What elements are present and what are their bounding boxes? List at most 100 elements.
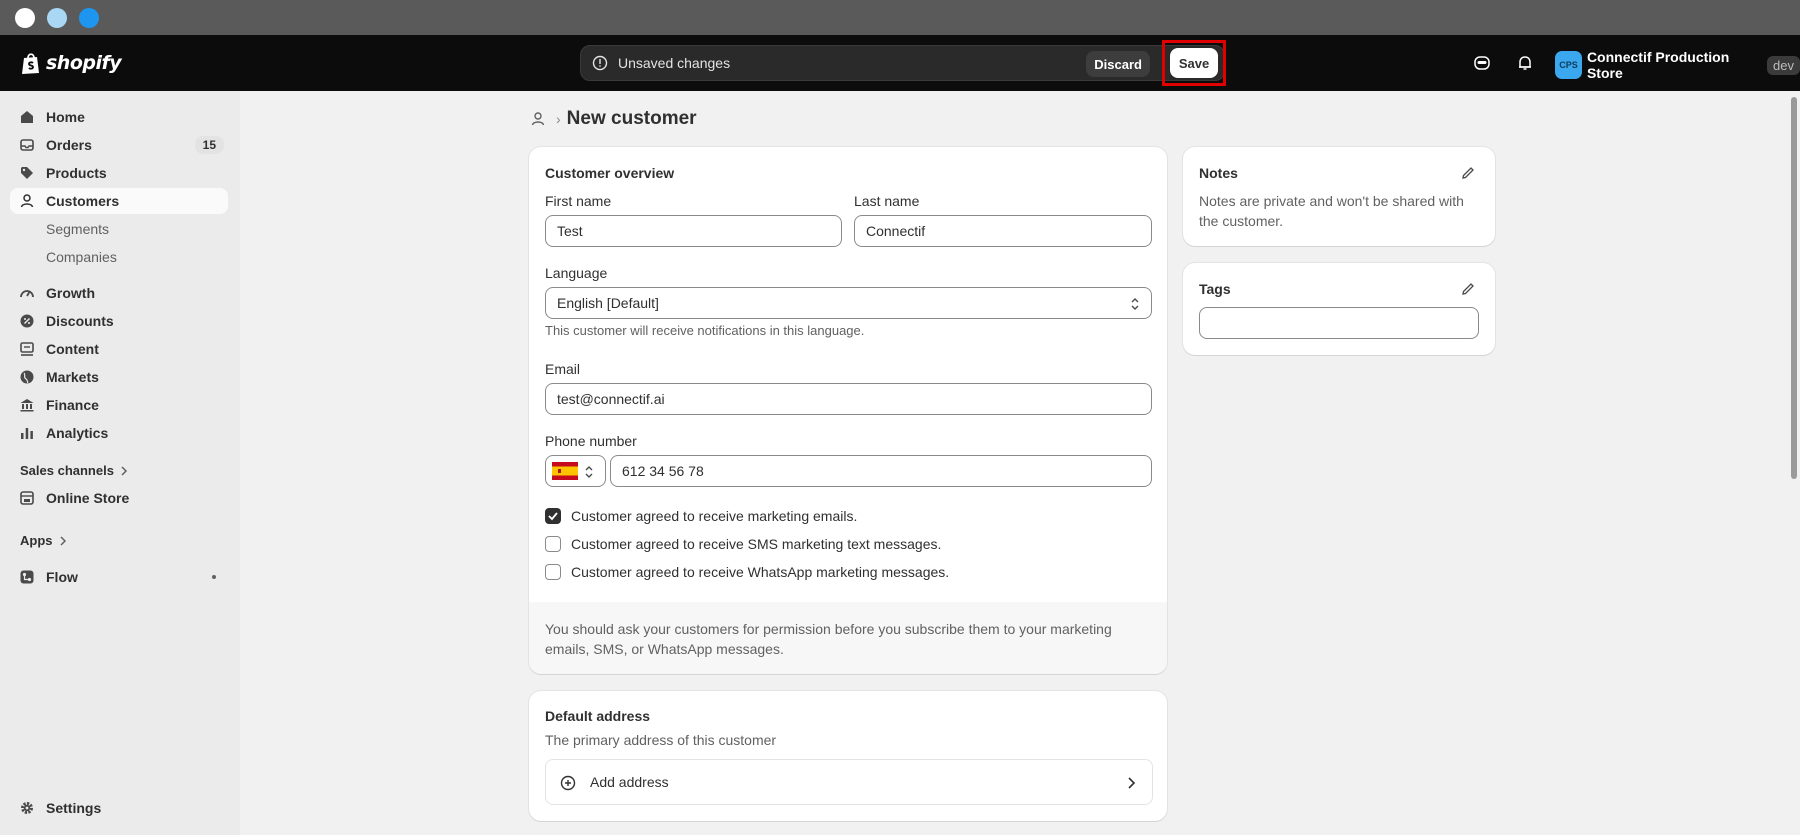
save-button[interactable]: Save bbox=[1170, 48, 1218, 78]
add-address-row[interactable]: Add address bbox=[545, 759, 1153, 805]
edit-pencil-icon[interactable] bbox=[1460, 165, 1476, 181]
tags-heading: Tags bbox=[1199, 281, 1231, 297]
whatsapp-marketing-label[interactable]: Customer agreed to receive WhatsApp mark… bbox=[571, 564, 949, 580]
country-code-select[interactable] bbox=[545, 455, 606, 487]
bar-chart-icon bbox=[21, 428, 33, 439]
email-field[interactable]: test@connectif.ai bbox=[545, 383, 1152, 415]
chevron-right-icon bbox=[1128, 777, 1136, 789]
chevron-right-icon bbox=[121, 465, 128, 476]
edit-pencil-icon[interactable] bbox=[1460, 281, 1476, 297]
apps-section[interactable]: Apps bbox=[20, 533, 67, 548]
customer-overview-card: Customer overview First name Test Last n… bbox=[529, 147, 1167, 674]
store-env-badge: dev bbox=[1767, 55, 1800, 75]
sidebar-item-settings[interactable]: Settings bbox=[10, 795, 228, 821]
whatsapp-marketing-checkbox[interactable] bbox=[545, 564, 561, 580]
sidebar-item-label: Markets bbox=[46, 369, 99, 385]
sidebar-item-label: Online Store bbox=[46, 490, 130, 506]
sidebar-item-customers[interactable]: Customers bbox=[10, 188, 228, 214]
discard-button[interactable]: Discard bbox=[1086, 51, 1150, 77]
top-bar: shopify Unsaved changes Discard Save CPS… bbox=[0, 35, 1800, 91]
page-scrollbar[interactable] bbox=[1791, 97, 1797, 479]
language-select[interactable]: English [Default] bbox=[545, 287, 1152, 319]
marketing-email-checkbox[interactable] bbox=[545, 508, 561, 524]
sms-marketing-label[interactable]: Customer agreed to receive SMS marketing… bbox=[571, 536, 941, 552]
shopify-bag-icon bbox=[22, 53, 39, 74]
sms-marketing-checkbox[interactable] bbox=[545, 536, 561, 552]
flow-status-dot bbox=[212, 575, 216, 579]
default-address-subtext: The primary address of this customer bbox=[545, 732, 777, 748]
sidebar-item-label: Products bbox=[46, 165, 107, 181]
sidebar-item-finance[interactable]: Finance bbox=[10, 392, 228, 418]
sidebar-item-growth[interactable]: Growth bbox=[10, 280, 228, 306]
language-help-text: This customer will receive notifications… bbox=[545, 323, 865, 338]
select-arrows-icon bbox=[585, 466, 593, 478]
sidebar-item-label: Growth bbox=[46, 285, 95, 301]
permission-note-footer: You should ask your customers for permis… bbox=[529, 602, 1167, 674]
chevron-right-icon bbox=[59, 535, 66, 546]
gear-icon bbox=[21, 802, 33, 814]
notes-heading: Notes bbox=[1199, 165, 1238, 181]
globe-icon bbox=[20, 370, 34, 384]
sidebar-item-label: Content bbox=[46, 341, 99, 357]
sidebar-item-label: Flow bbox=[46, 569, 78, 585]
store-avatar: CPS bbox=[1555, 51, 1582, 79]
marketing-email-label[interactable]: Customer agreed to receive marketing ema… bbox=[571, 508, 857, 524]
language-label: Language bbox=[545, 265, 608, 281]
sidebar-item-label: Finance bbox=[46, 397, 99, 413]
phone-number-field[interactable]: 612 34 56 78 bbox=[610, 455, 1152, 487]
sidebar-item-label: Home bbox=[46, 109, 85, 125]
person-icon[interactable] bbox=[530, 111, 546, 127]
shopify-wordmark: shopify bbox=[46, 52, 122, 74]
sidebar: Home Orders 15 Products Customers Segmen… bbox=[0, 91, 240, 835]
sidebar-item-label: Analytics bbox=[46, 425, 109, 441]
first-name-field[interactable]: Test bbox=[545, 215, 842, 247]
permission-note-text: You should ask your customers for permis… bbox=[545, 621, 1112, 657]
breadcrumb: › New customer bbox=[530, 108, 697, 130]
bell-icon[interactable] bbox=[1515, 53, 1535, 73]
sidebar-item-label: Customers bbox=[46, 193, 120, 209]
shopify-logo[interactable]: shopify bbox=[20, 51, 122, 75]
default-address-heading: Default address bbox=[545, 708, 651, 724]
tags-input[interactable] bbox=[1199, 307, 1479, 339]
store-switcher[interactable]: CPS Connectif Production Store dev bbox=[1555, 49, 1800, 81]
default-address-card: Default address The primary address of t… bbox=[529, 691, 1167, 821]
tag-icon bbox=[21, 167, 33, 179]
sidebar-item-markets[interactable]: Markets bbox=[10, 364, 228, 390]
notes-text: Notes are private and won't be shared wi… bbox=[1199, 193, 1464, 229]
sidebar-item-companies[interactable]: Companies bbox=[10, 244, 228, 270]
last-name-field[interactable]: Connectif bbox=[854, 215, 1152, 247]
sidebar-item-orders[interactable]: Orders 15 bbox=[10, 132, 228, 158]
sidebar-item-label: Settings bbox=[46, 800, 102, 816]
sidebar-item-products[interactable]: Products bbox=[10, 160, 228, 186]
bank-icon bbox=[20, 399, 34, 412]
notes-card: Notes Notes are private and won't be sha… bbox=[1183, 147, 1495, 246]
sidebar-item-analytics[interactable]: Analytics bbox=[10, 420, 228, 446]
sidebar-item-home[interactable]: Home bbox=[10, 104, 228, 130]
orders-count-badge: 15 bbox=[194, 136, 224, 154]
sidebar-item-label: Discounts bbox=[46, 313, 114, 329]
window-close-dot[interactable] bbox=[15, 8, 35, 28]
sidebar-item-label: Orders bbox=[46, 137, 92, 153]
sidekick-icon[interactable] bbox=[1472, 53, 1492, 73]
sidebar-item-flow[interactable]: Flow bbox=[10, 564, 228, 590]
customer-overview-heading: Customer overview bbox=[545, 165, 675, 181]
alert-circle-icon bbox=[592, 55, 608, 71]
apps-label: Apps bbox=[20, 533, 53, 548]
last-name-label: Last name bbox=[854, 193, 920, 209]
content-icon bbox=[20, 342, 34, 356]
breadcrumb-separator: › bbox=[556, 111, 561, 127]
sidebar-item-label: Companies bbox=[46, 249, 117, 265]
store-name: Connectif Production Store bbox=[1586, 49, 1730, 81]
sales-channels-section[interactable]: Sales channels bbox=[20, 463, 128, 478]
save-button-highlight: Save bbox=[1162, 40, 1226, 86]
spain-flag-icon bbox=[552, 462, 578, 480]
sidebar-item-online-store[interactable]: Online Store bbox=[10, 485, 228, 511]
window-titlebar bbox=[0, 0, 1800, 35]
sales-channels-label: Sales channels bbox=[20, 463, 114, 478]
sidebar-item-segments[interactable]: Segments bbox=[10, 216, 228, 242]
window-minimize-dot[interactable] bbox=[47, 8, 67, 28]
window-maximize-dot[interactable] bbox=[79, 8, 99, 28]
email-label: Email bbox=[545, 361, 581, 377]
sidebar-item-content[interactable]: Content bbox=[10, 336, 228, 362]
sidebar-item-discounts[interactable]: Discounts bbox=[10, 308, 228, 334]
